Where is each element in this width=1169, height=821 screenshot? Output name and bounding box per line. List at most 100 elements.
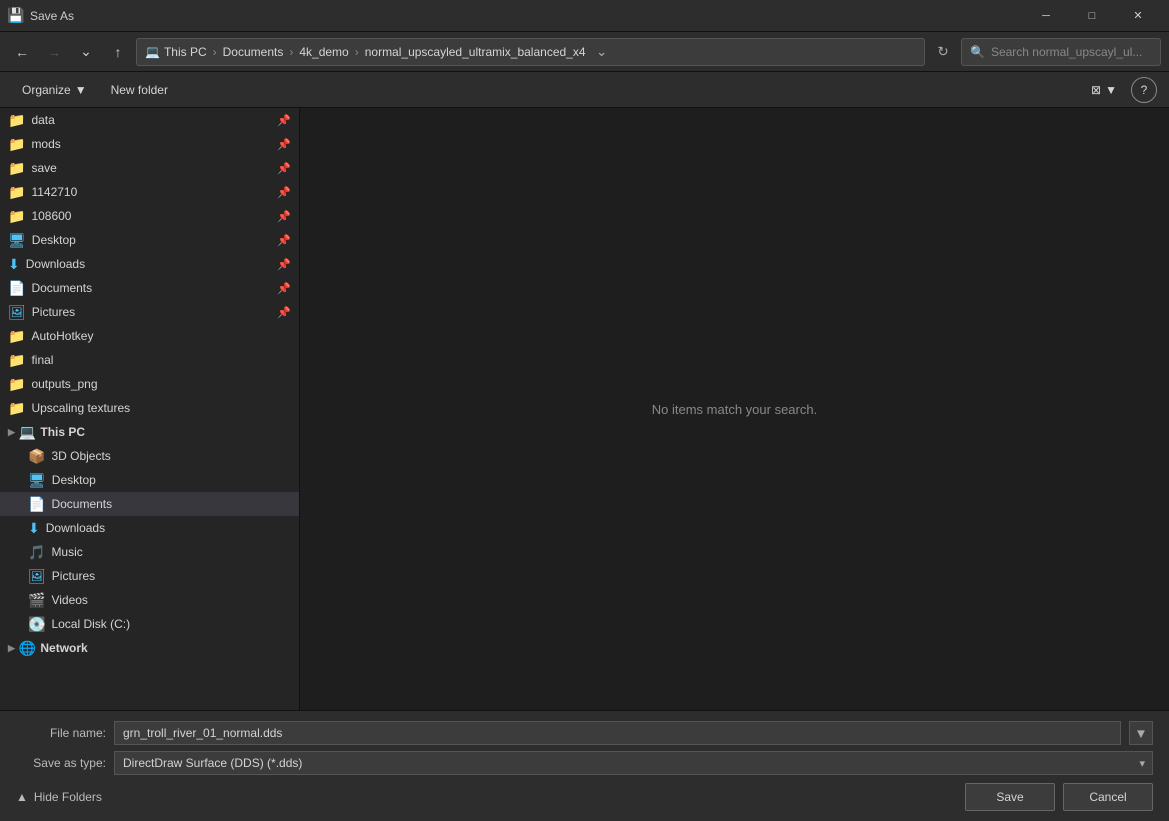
sidebar-item-label: Upscaling textures [31,401,130,415]
thispc-section-header[interactable]: ▶ 💻 This PC [0,420,299,444]
save-button[interactable]: Save [965,783,1055,811]
organize-button[interactable]: Organize ▼ [12,77,97,103]
filename-input[interactable] [114,721,1121,745]
network-section-header[interactable]: ▶ 🌐 Network [0,636,299,660]
refresh-button[interactable]: ↻ [929,38,957,66]
folder-icon: 📁 [8,160,25,177]
search-box[interactable]: 🔍 Search normal_upscayl_ul... [961,38,1161,66]
sidebar-item-outputs-png[interactable]: 📁 outputs_png [0,372,299,396]
new-folder-button[interactable]: New folder [101,77,178,103]
address-path[interactable]: 💻 This PC › Documents › 4k_demo › normal… [136,38,925,66]
network-label: Network [40,641,87,655]
sidebar-item-label: save [31,161,56,175]
sidebar-item-mods[interactable]: 📁 mods 📌 [0,132,299,156]
folder-icon: 📁 [8,352,25,369]
sidebar-item-pictures[interactable]: 🖼 Pictures [0,564,299,588]
sidebar-item-label: 1142710 [31,185,77,199]
sidebar-item-downloads[interactable]: ⬇ Downloads [0,516,299,540]
path-part-3: 4k_demo [299,45,348,59]
sidebar-item-3dobjects[interactable]: 📦 3D Objects [0,444,299,468]
sidebar: 📁 data 📌 📁 mods 📌 📁 save 📌 📁 1142710 📌 📁… [0,108,300,710]
sidebar-item-label: data [31,113,54,127]
title-bar: 💾 Save As ─ □ ✕ [0,0,1169,32]
cancel-button[interactable]: Cancel [1063,783,1153,811]
pin-icon: 📌 [277,138,291,151]
filename-label: File name: [16,726,106,740]
pictures-icon: 🖼 [28,568,46,585]
path-part-4: normal_upscayled_ultramix_balanced_x4 [365,45,586,59]
sidebar-item-108600[interactable]: 📁 108600 📌 [0,204,299,228]
minimize-button[interactable]: ─ [1023,0,1069,32]
sidebar-item-label: AutoHotkey [31,329,93,343]
sidebar-item-label: final [31,353,53,367]
filetype-row: Save as type: DirectDraw Surface (DDS) (… [16,751,1153,775]
sidebar-item-desktop-quick[interactable]: 🖥 Desktop 📌 [0,228,299,252]
path-sep-1: › [213,45,217,59]
sidebar-item-label: 3D Objects [51,449,110,463]
pin-icon: 📌 [277,210,291,223]
close-button[interactable]: ✕ [1115,0,1161,32]
sidebar-item-label: Downloads [46,521,105,535]
sidebar-item-data[interactable]: 📁 data 📌 [0,108,299,132]
sidebar-item-localdisk[interactable]: 💽 Local Disk (C:) [0,612,299,636]
thispc-icon: 💻 [19,424,36,441]
toolbar-right: ⊠ ▼ ? [1081,77,1157,103]
sidebar-item-label: outputs_png [31,377,97,391]
pin-icon: 📌 [277,186,291,199]
sidebar-item-final[interactable]: 📁 final [0,348,299,372]
documents-icon: 📄 [28,496,45,513]
organize-label: Organize [22,83,71,97]
filetype-label: Save as type: [16,756,106,770]
folder-icon: 📁 [8,376,25,393]
disk-icon: 💽 [28,616,45,633]
toolbar: Organize ▼ New folder ⊠ ▼ ? [0,72,1169,108]
up-button[interactable]: ↑ [104,38,132,66]
network-toggle: ▶ [8,643,15,654]
sidebar-item-documents-quick[interactable]: 📄 Documents 📌 [0,276,299,300]
hide-folders-button[interactable]: ▲ Hide Folders [16,790,102,804]
sidebar-item-save[interactable]: 📁 save 📌 [0,156,299,180]
empty-message: No items match your search. [652,402,817,417]
desktop-icon: 🖥 [28,472,46,489]
hide-folders-label: Hide Folders [34,790,102,804]
sidebar-item-desktop[interactable]: 🖥 Desktop [0,468,299,492]
sidebar-item-downloads-quick[interactable]: ⬇ Downloads 📌 [0,252,299,276]
sidebar-item-label: Downloads [26,257,85,271]
action-buttons: Save Cancel [965,783,1153,811]
help-button[interactable]: ? [1131,77,1157,103]
sidebar-item-autohotkey[interactable]: 📁 AutoHotkey [0,324,299,348]
sidebar-item-label: Pictures [32,305,75,319]
pin-icon: 📌 [277,162,291,175]
content-area: No items match your search. [300,108,1169,710]
path-part-2: Documents [223,45,284,59]
sidebar-item-videos[interactable]: 🎬 Videos [0,588,299,612]
folder-icon: 📁 [8,400,25,417]
pin-icon: 📌 [277,234,291,247]
sidebar-item-music[interactable]: 🎵 Music [0,540,299,564]
view-button[interactable]: ⊠ ▼ [1081,77,1127,103]
back-button[interactable]: ← [8,38,36,66]
videos-icon: 🎬 [28,592,45,609]
sidebar-item-pictures-quick[interactable]: 🖼 Pictures 📌 [0,300,299,324]
sidebar-item-1142710[interactable]: 📁 1142710 📌 [0,180,299,204]
path-part-1: This PC [164,45,207,59]
pin-icon: 📌 [277,282,291,295]
thispc-label: This PC [40,425,85,439]
address-bar: ← → ⌄ ↑ 💻 This PC › Documents › 4k_demo … [0,32,1169,72]
sidebar-item-label: Videos [51,593,87,607]
title-bar-text: Save As [30,9,1017,23]
filetype-select[interactable]: DirectDraw Surface (DDS) (*.dds) [114,751,1153,775]
dropdown-button[interactable]: ⌄ [72,38,100,66]
sidebar-item-label: Documents [51,497,112,511]
folder-icon: 📁 [8,136,25,153]
sidebar-item-upscaling[interactable]: 📁 Upscaling textures [0,396,299,420]
forward-button[interactable]: → [40,38,68,66]
folder-icon: 📁 [8,328,25,345]
address-dropdown-btn[interactable]: ⌄ [590,38,614,66]
maximize-button[interactable]: □ [1069,0,1115,32]
filename-dropdown[interactable]: ▼ [1129,721,1153,745]
organize-arrow: ▼ [75,83,87,97]
pictures-icon: 🖼 [8,304,26,321]
help-label: ? [1141,83,1148,97]
sidebar-item-documents[interactable]: 📄 Documents [0,492,299,516]
